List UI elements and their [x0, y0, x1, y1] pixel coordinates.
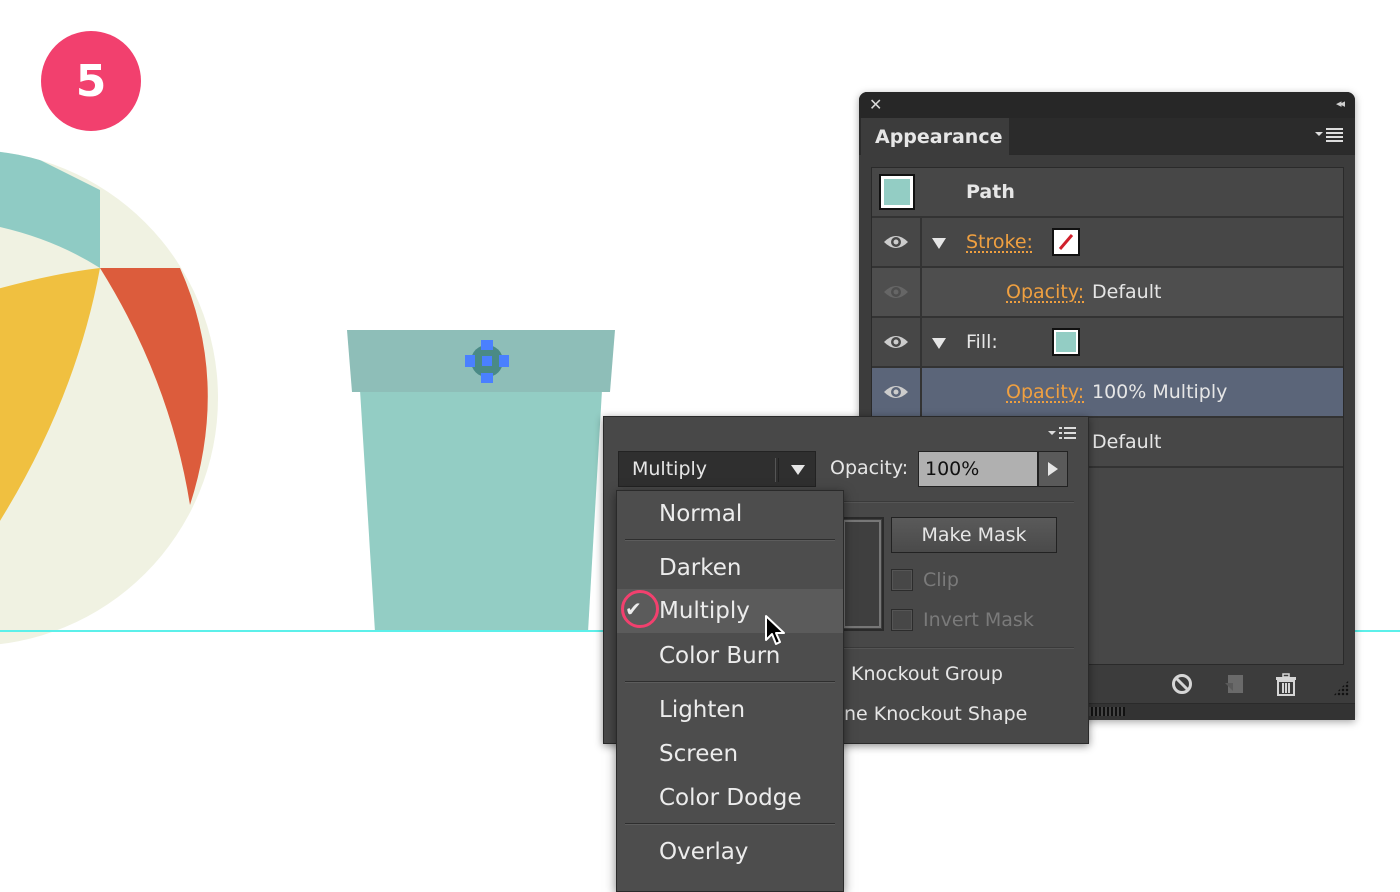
tab-appearance[interactable]: Appearance	[861, 118, 1009, 155]
menu-item-label: Overlay	[659, 839, 749, 865]
clear-appearance-icon[interactable]	[1171, 673, 1193, 695]
collapse-panel-button[interactable]: ◂◂	[1336, 97, 1345, 110]
object-type-label: Path	[966, 181, 1015, 203]
visibility-toggle[interactable]	[872, 368, 922, 416]
clip-label: Clip	[923, 569, 959, 591]
fill-label: Fill:	[966, 331, 998, 353]
highlight-circle-annotation	[621, 590, 659, 628]
opacity-value: Default	[1092, 281, 1162, 303]
object-thumbnail	[879, 174, 915, 210]
opacity-input[interactable]	[918, 451, 1038, 487]
menu-item-label: Color Dodge	[659, 785, 802, 811]
disclosure-triangle-icon[interactable]	[932, 238, 946, 249]
menu-item-multiply[interactable]: ✔ Multiply	[617, 589, 843, 633]
menu-item-label: Color Burn	[659, 643, 781, 669]
make-mask-button[interactable]: Make Mask	[891, 517, 1057, 553]
eye-icon	[884, 336, 908, 348]
opacity-value: 100% Multiply	[1092, 381, 1228, 403]
menu-item-label: Multiply	[659, 598, 750, 624]
blend-mode-menu: Normal Darken ✔ Multiply Color Burn Ligh…	[616, 490, 844, 892]
panel-menu-icon[interactable]	[1048, 425, 1078, 443]
stroke-link[interactable]: Stroke:	[966, 231, 1033, 253]
panel-menu-icon[interactable]	[1315, 126, 1345, 144]
visibility-toggle[interactable]	[872, 218, 922, 266]
close-panel-button[interactable]: ✕	[869, 96, 882, 114]
duplicate-item-icon[interactable]	[1223, 673, 1245, 695]
menu-item-color-burn[interactable]: Color Burn	[617, 634, 843, 678]
menu-item-screen[interactable]: Screen	[617, 732, 843, 776]
trash-icon[interactable]	[1274, 673, 1298, 697]
opacity-label: Opacity:	[830, 457, 909, 479]
bucket-artwork[interactable]	[340, 320, 630, 640]
eye-icon	[884, 386, 908, 398]
menu-item-normal[interactable]: Normal	[617, 492, 843, 536]
stroke-opacity-row[interactable]: Opacity: Default	[872, 268, 1343, 318]
opacity-link[interactable]: Opacity:	[1006, 381, 1084, 403]
fill-swatch[interactable]	[1052, 328, 1080, 356]
menu-item-lighten[interactable]: Lighten	[617, 688, 843, 732]
clip-option[interactable]: Clip	[891, 569, 959, 591]
play-arrow-icon	[1048, 462, 1058, 476]
menu-separator	[625, 539, 835, 541]
visibility-toggle[interactable]	[872, 268, 922, 316]
invert-mask-label: Invert Mask	[923, 609, 1034, 631]
knockout-shape-label[interactable]: ne Knockout Shape	[844, 703, 1027, 725]
menu-item-color-dodge[interactable]: Color Dodge	[617, 776, 843, 820]
menu-item-overlay[interactable]: Overlay	[617, 830, 843, 874]
mask-thumbnail[interactable]	[840, 517, 884, 631]
knockout-group-label[interactable]: Knockout Group	[851, 663, 1003, 685]
bucket-body	[360, 390, 602, 632]
panel-titlebar[interactable]: ✕ ◂◂	[859, 92, 1355, 118]
eye-icon	[884, 286, 908, 298]
menu-separator	[625, 823, 835, 825]
visibility-toggle[interactable]	[872, 318, 922, 366]
mouse-pointer-icon	[765, 615, 785, 645]
menu-item-label: Darken	[659, 555, 742, 581]
none-slash-icon	[1058, 234, 1074, 250]
stroke-row[interactable]: Stroke:	[872, 218, 1343, 268]
clip-checkbox[interactable]	[891, 569, 913, 591]
menu-item-label: Normal	[659, 501, 743, 527]
menu-item-label: Lighten	[659, 697, 746, 723]
blend-mode-select[interactable]: Multiply	[618, 451, 816, 487]
menu-item-darken[interactable]: Darken	[617, 546, 843, 590]
menu-separator	[625, 681, 835, 683]
appearance-object-row[interactable]: Path	[872, 168, 1343, 218]
panel-tab-row: Appearance	[859, 118, 1355, 155]
fill-opacity-row[interactable]: Opacity: 100% Multiply	[872, 368, 1343, 418]
disclosure-triangle-icon[interactable]	[932, 338, 946, 349]
invert-mask-option[interactable]: Invert Mask	[891, 609, 1034, 631]
invert-mask-checkbox[interactable]	[891, 609, 913, 631]
menu-item-label: Screen	[659, 741, 739, 767]
opacity-value: Default	[1092, 431, 1162, 453]
opacity-slider-toggle[interactable]	[1038, 451, 1068, 487]
beach-ball-artwork[interactable]	[0, 0, 260, 660]
fill-row[interactable]: Fill:	[872, 318, 1343, 368]
stroke-swatch-none[interactable]	[1052, 228, 1080, 256]
blend-mode-value: Multiply	[632, 458, 708, 480]
scrollbar-grip[interactable]	[1087, 707, 1125, 716]
opacity-link[interactable]: Opacity:	[1006, 281, 1084, 303]
chevron-down-icon	[791, 465, 805, 475]
eye-icon	[884, 236, 908, 248]
